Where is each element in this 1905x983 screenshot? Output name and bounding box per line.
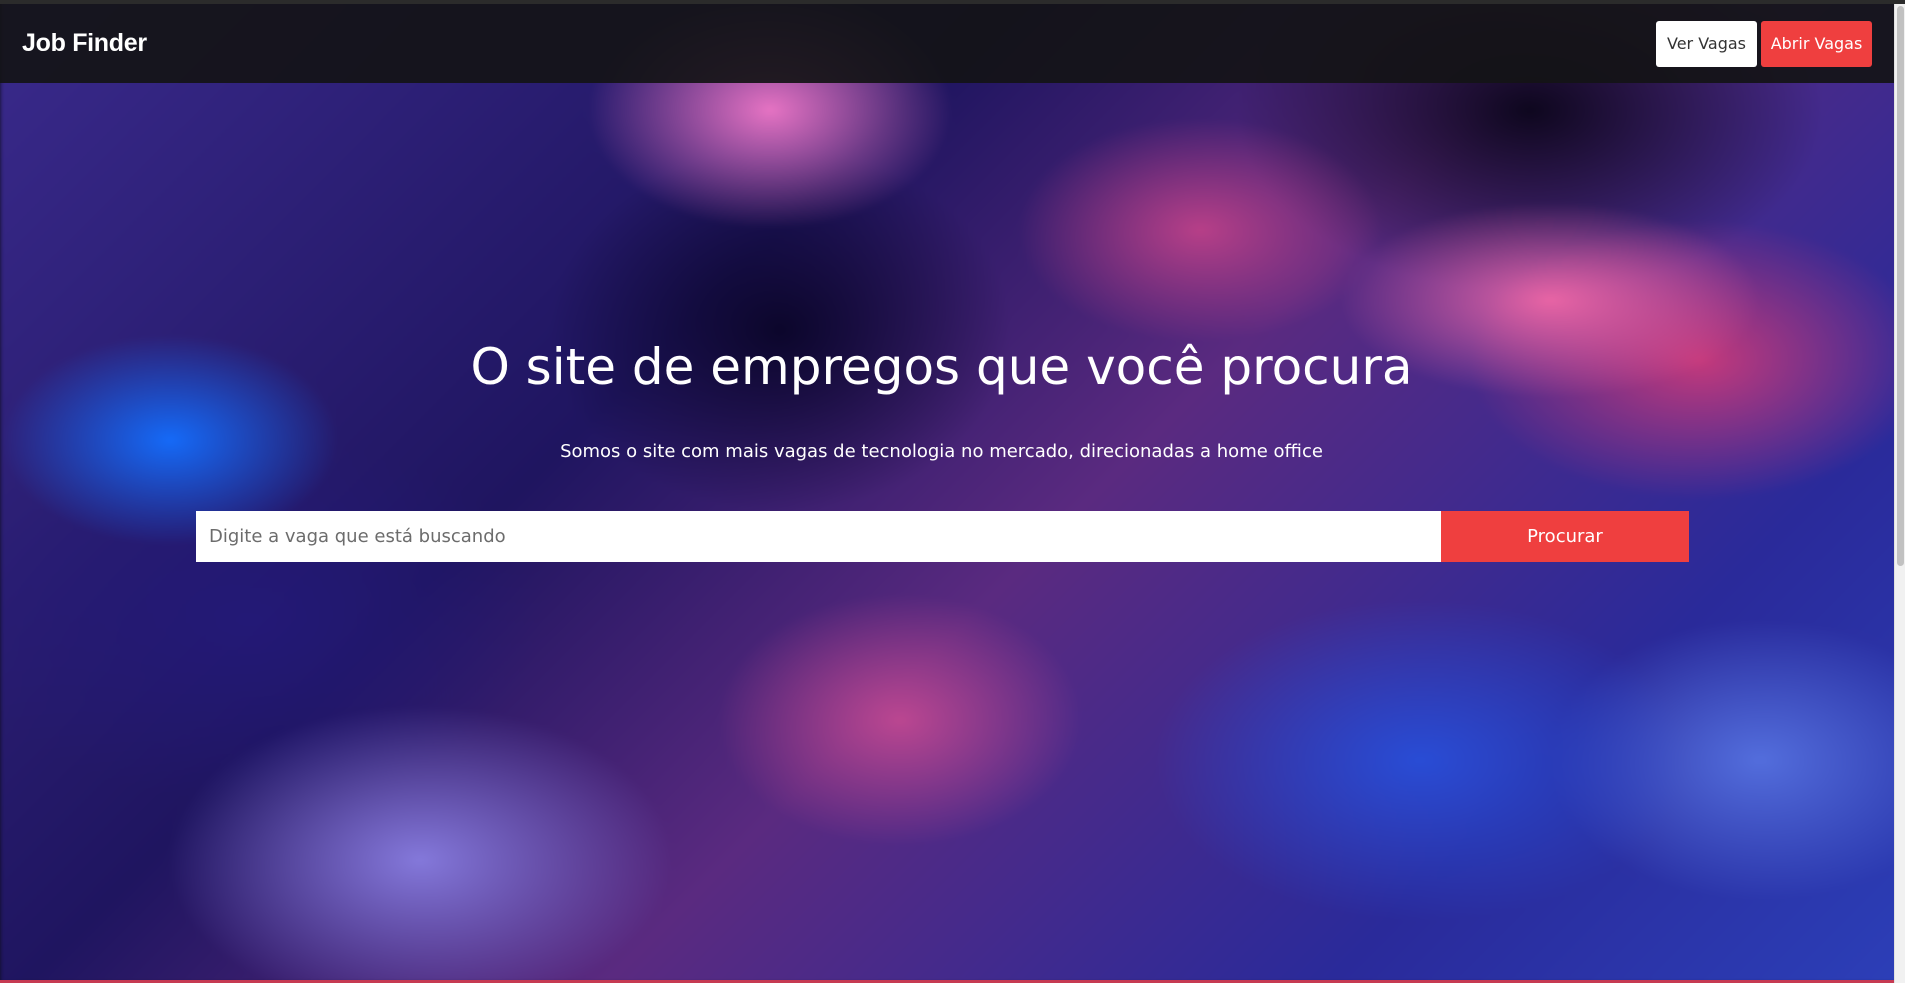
ver-vagas-button[interactable]: Ver Vagas [1656, 20, 1757, 67]
abrir-vagas-button[interactable]: Abrir Vagas [1761, 20, 1872, 67]
vertical-scrollbar[interactable] [1894, 4, 1905, 983]
hero-subtitle: Somos o site com mais vagas de tecnologi… [560, 441, 1323, 462]
procurar-button[interactable]: Procurar [1441, 511, 1689, 562]
nav-actions: Ver Vagas Abrir Vagas [1656, 20, 1872, 67]
hero-title: O site de empregos que você procura [470, 338, 1413, 396]
hero-section: O site de empregos que você procura Somo… [0, 83, 1894, 980]
page: Job Finder Ver Vagas Abrir Vagas O site … [0, 0, 1905, 983]
navbar: Job Finder Ver Vagas Abrir Vagas [0, 4, 1894, 83]
job-search-input[interactable] [196, 511, 1441, 562]
scrollbar-thumb[interactable] [1897, 6, 1904, 566]
brand-logo[interactable]: Job Finder [22, 29, 147, 58]
job-search-form: Procurar [196, 511, 1689, 562]
